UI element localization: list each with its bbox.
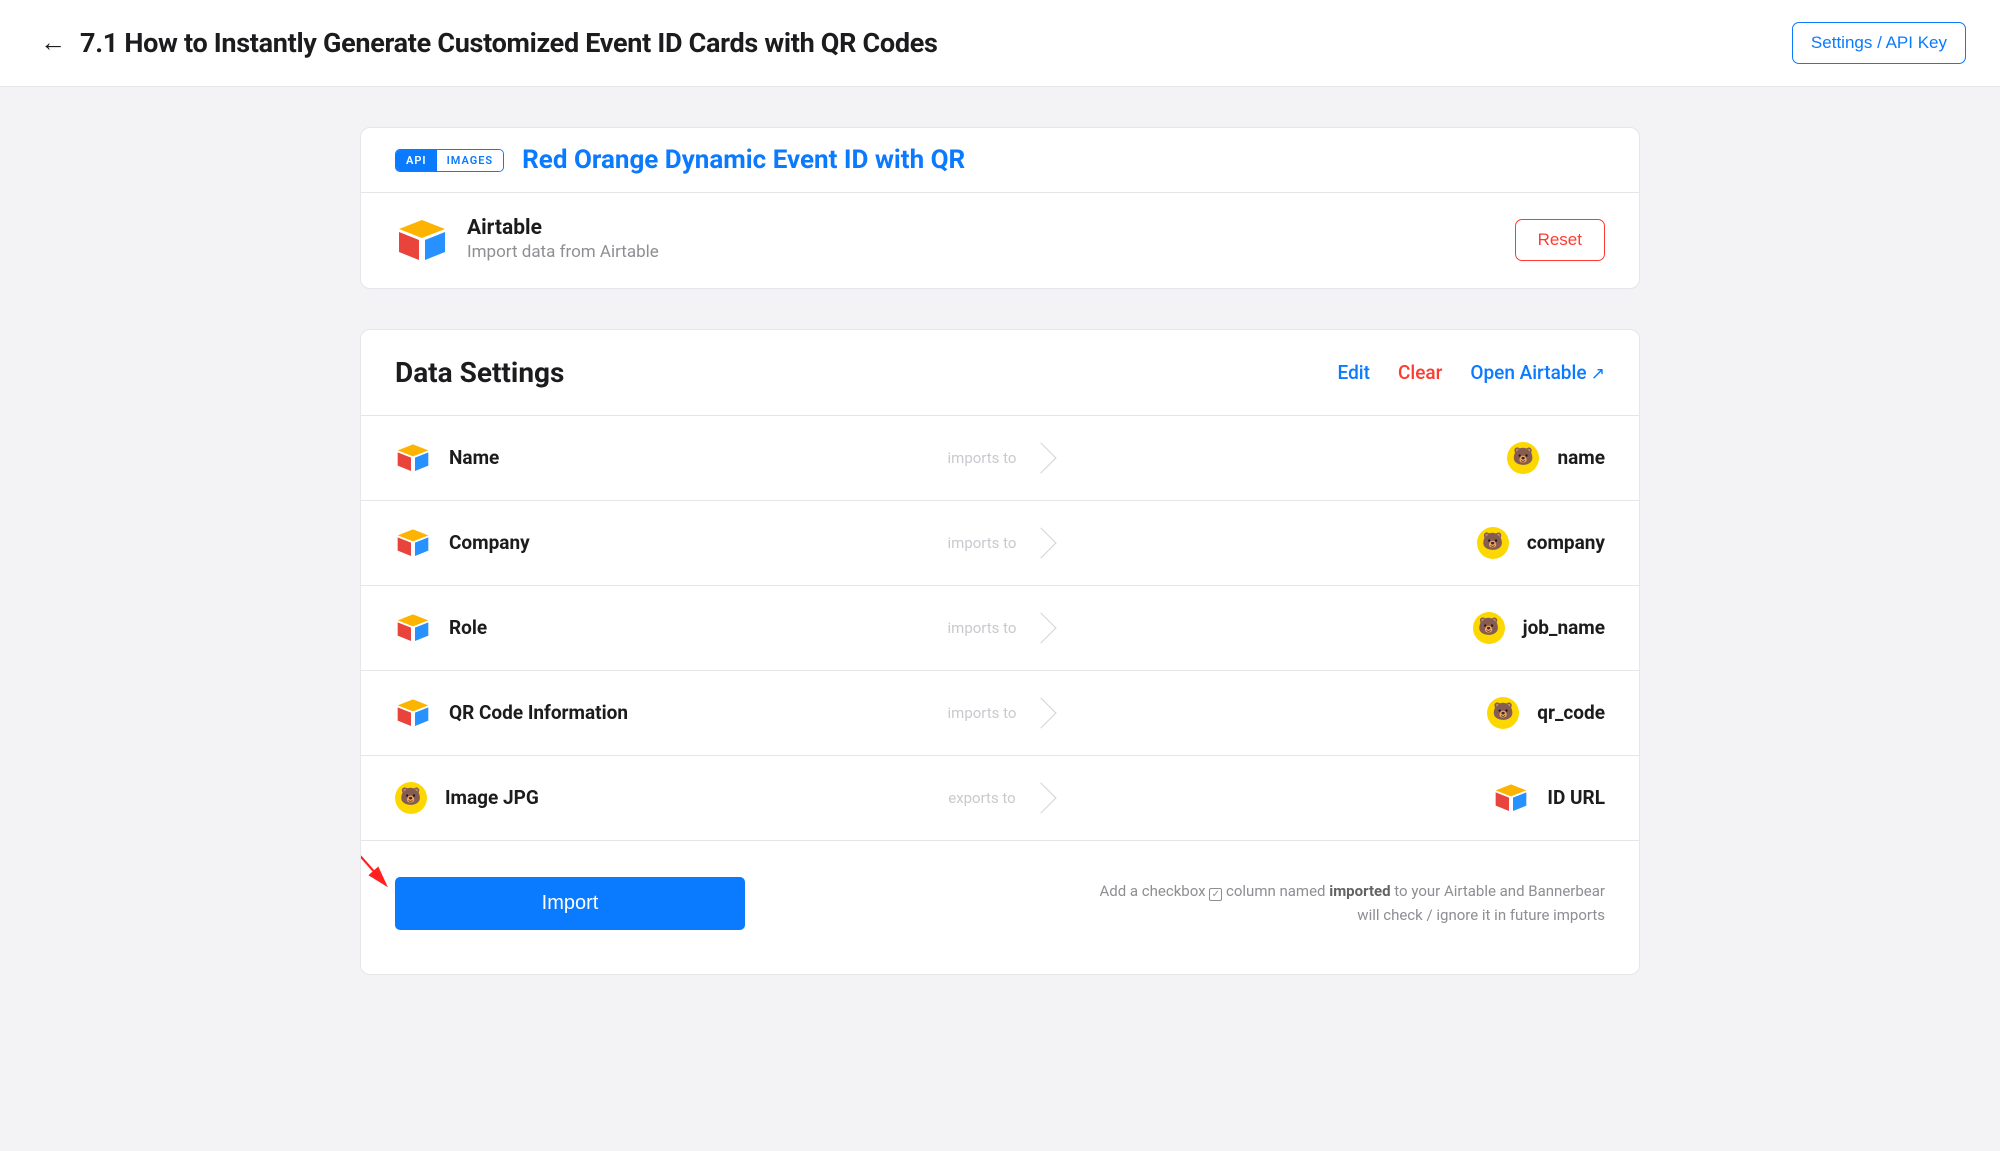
chevron-right-icon xyxy=(1026,527,1057,558)
open-airtable-link[interactable]: Open Airtable xyxy=(1470,361,1605,384)
mapping-destination-label: job_name xyxy=(1523,616,1605,639)
mapping-source-label: Image JPG xyxy=(445,786,539,809)
data-settings-title: Data Settings xyxy=(395,356,564,389)
mapping-destination-label: ID URL xyxy=(1547,786,1605,809)
bannerbear-icon: 🐻 xyxy=(395,782,427,814)
import-button[interactable]: Import xyxy=(395,877,745,930)
reset-button[interactable]: Reset xyxy=(1515,219,1605,261)
mapping-source-label: Role xyxy=(449,616,487,639)
chevron-right-icon xyxy=(1026,697,1057,728)
settings-api-key-button[interactable]: Settings / API Key xyxy=(1792,22,1966,64)
chevron-right-icon xyxy=(1026,442,1057,473)
bannerbear-icon: 🐻 xyxy=(1477,527,1509,559)
mapping-destination-label: qr_code xyxy=(1537,701,1605,724)
airtable-icon xyxy=(395,613,431,643)
airtable-icon xyxy=(1493,783,1529,813)
pill-api: API xyxy=(396,150,437,171)
mapping-row: Role imports to 🐻 job_name xyxy=(361,586,1639,671)
mapping-source-label: Name xyxy=(449,446,499,469)
chevron-right-icon xyxy=(1026,612,1057,643)
edit-link[interactable]: Edit xyxy=(1338,361,1370,384)
mapping-row: 🐻 Image JPG exports to ID URL xyxy=(361,756,1639,840)
page-title: 7.1 How to Instantly Generate Customized… xyxy=(80,27,938,59)
mapping-row: QR Code Information imports to 🐻 qr_code xyxy=(361,671,1639,756)
data-settings-card: Data Settings Edit Clear Open Airtable N… xyxy=(360,329,1640,975)
bannerbear-icon: 🐻 xyxy=(1507,442,1539,474)
integration-subtitle: Import data from Airtable xyxy=(467,241,659,265)
integration-name: Airtable xyxy=(467,216,659,241)
airtable-icon xyxy=(395,218,449,262)
mapping-source-label: Company xyxy=(449,531,530,554)
airtable-icon xyxy=(395,443,431,473)
mapping-verb: imports to xyxy=(948,619,1017,637)
chevron-right-icon xyxy=(1025,782,1056,813)
mapping-destination-label: company xyxy=(1527,531,1605,554)
api-images-toggle[interactable]: API IMAGES xyxy=(395,149,504,172)
mapping-verb: imports to xyxy=(948,534,1017,552)
bannerbear-icon: 🐻 xyxy=(1473,612,1505,644)
back-arrow-icon[interactable]: ← xyxy=(40,30,66,56)
mapping-verb: imports to xyxy=(948,704,1017,722)
airtable-icon xyxy=(395,698,431,728)
mapping-row: Company imports to 🐻 company xyxy=(361,501,1639,586)
top-bar: ← 7.1 How to Instantly Generate Customiz… xyxy=(0,0,2000,87)
clear-link[interactable]: Clear xyxy=(1398,361,1442,384)
import-footer-note: Add a checkbox ✓ column named imported t… xyxy=(1085,879,1605,927)
pill-images: IMAGES xyxy=(437,150,504,171)
mapping-verb: imports to xyxy=(948,449,1017,467)
mapping-destination-label: name xyxy=(1557,446,1605,469)
airtable-icon xyxy=(395,528,431,558)
mapping-verb: exports to xyxy=(948,789,1016,807)
mapping-row: Name imports to 🐻 name xyxy=(361,416,1639,501)
template-name-link[interactable]: Red Orange Dynamic Event ID with QR xyxy=(522,145,965,175)
template-card: API IMAGES Red Orange Dynamic Event ID w… xyxy=(360,127,1640,289)
bannerbear-icon: 🐻 xyxy=(1487,697,1519,729)
mapping-source-label: QR Code Information xyxy=(449,701,628,724)
